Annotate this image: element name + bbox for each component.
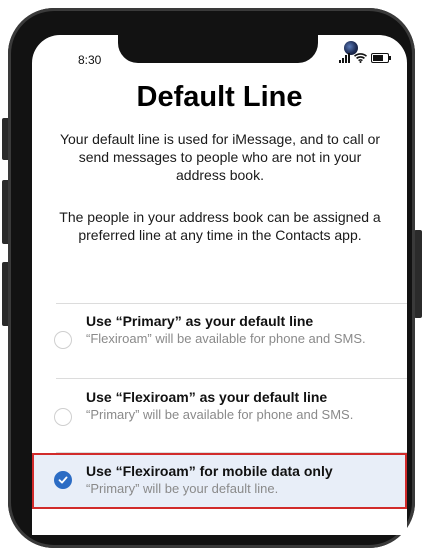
radio-selected-icon[interactable] (54, 471, 72, 489)
wifi-icon (354, 53, 367, 63)
phone-frame: 8:30 Default Line Your default line is u… (8, 8, 415, 548)
option-title: Use “Primary” as your default line (86, 313, 314, 329)
description-preferred-line: The people in your address book can be a… (59, 209, 381, 243)
radio-unselected-icon[interactable] (54, 331, 72, 349)
option-title: Use “Flexiroam” as your default line (86, 389, 328, 405)
battery-level (373, 55, 383, 61)
description-default-line: Your default line is used for iMessage, … (59, 131, 381, 183)
battery-icon (371, 53, 391, 63)
checkmark-icon (58, 476, 68, 484)
option-flexiroam-data-only[interactable]: Use “Flexiroam” for mobile data only “Pr… (32, 453, 407, 509)
signal-bar (342, 57, 344, 63)
status-bar: 8:30 (32, 35, 407, 81)
phone-screen: 8:30 Default Line Your default line is u… (32, 35, 407, 535)
radio-unselected-icon[interactable] (54, 408, 72, 426)
option-flexiroam-default[interactable]: Use “Flexiroam” as your default line “Pr… (32, 379, 407, 453)
option-subtitle: “Primary” will be available for phone an… (86, 407, 354, 422)
option-title: Use “Flexiroam” for mobile data only (86, 463, 333, 479)
option-subtitle: “Flexiroam” will be available for phone … (86, 331, 366, 346)
option-primary-default[interactable]: Use “Primary” as your default line “Flex… (32, 303, 407, 377)
page-title: Default Line (136, 81, 303, 113)
cellular-signal-icon (339, 53, 350, 63)
power-button (414, 230, 422, 318)
status-time: 8:30 (78, 53, 102, 67)
notch (118, 35, 358, 63)
status-icons (339, 53, 391, 63)
signal-bar (348, 53, 350, 63)
option-subtitle: “Primary” will be your default line. (86, 481, 279, 496)
signal-bar (345, 55, 347, 63)
signal-bar (339, 60, 341, 63)
